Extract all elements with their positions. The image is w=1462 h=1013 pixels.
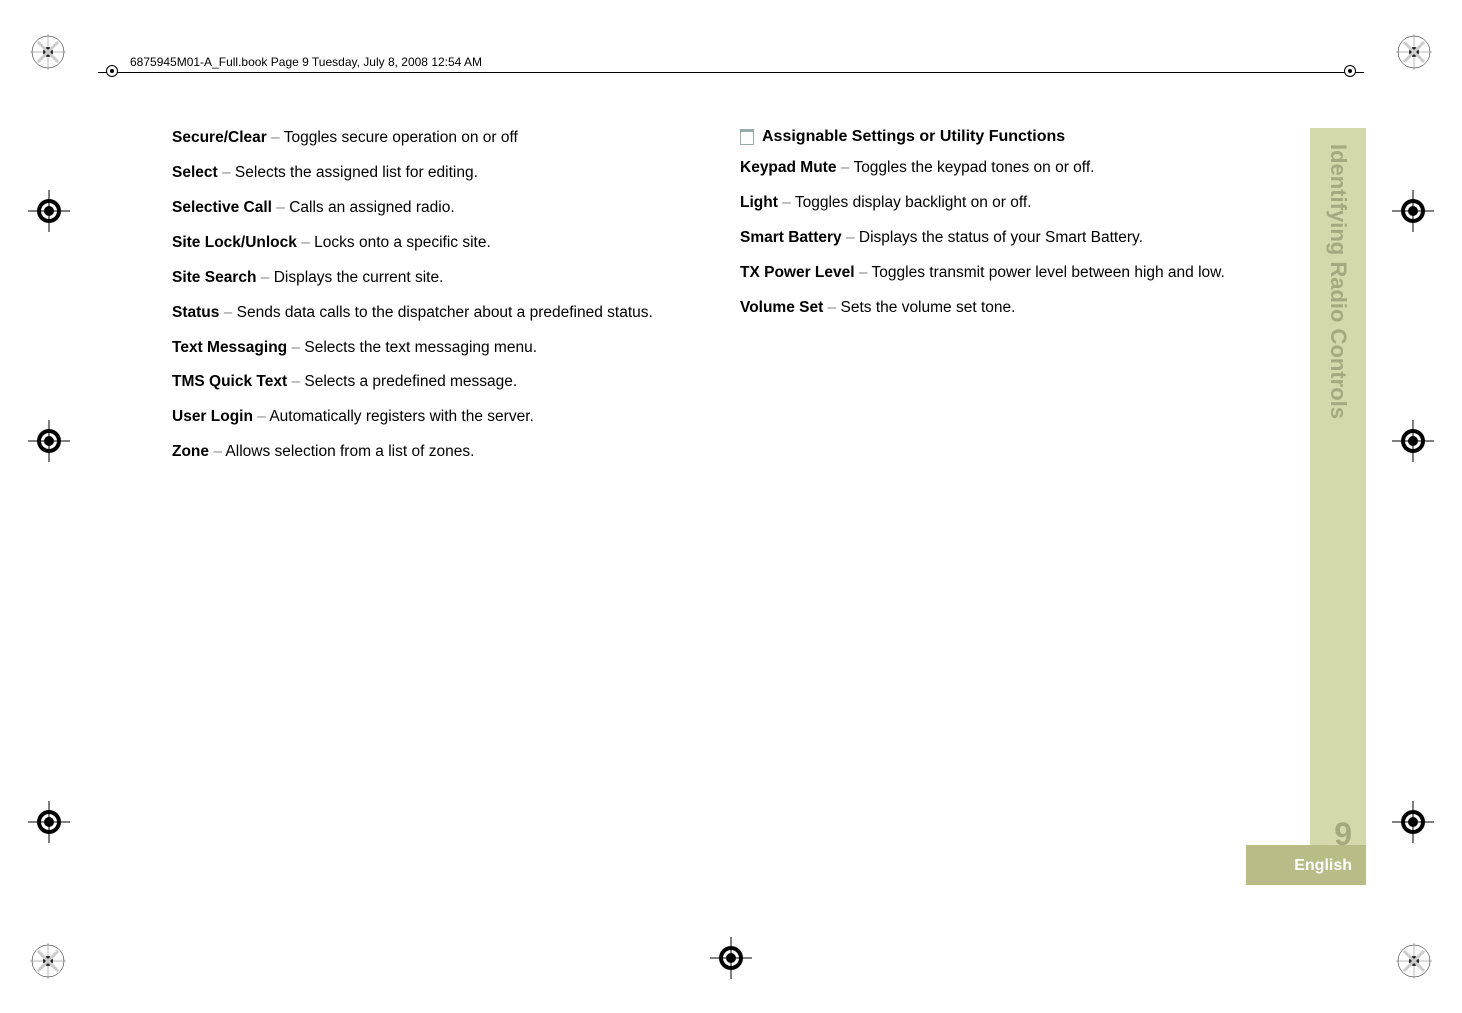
term-description: Toggles secure operation on or off <box>284 129 518 146</box>
side-tab-label: Identifying Radio Controls <box>1325 144 1351 419</box>
term-description: Sets the volume set tone. <box>841 299 1016 316</box>
crosshair-mark-icon <box>1392 420 1434 462</box>
term-description: Sends data calls to the dispatcher about… <box>237 304 653 321</box>
term-label: Light <box>740 194 778 211</box>
header-bullet-icon <box>106 65 118 77</box>
definition-entry: Status – Sends data calls to the dispatc… <box>172 303 684 324</box>
dash: – <box>291 373 300 390</box>
term-description: Toggles transmit power level between hig… <box>872 264 1225 281</box>
dash: – <box>261 269 270 286</box>
definition-entry: Smart Battery – Displays the status of y… <box>740 228 1252 249</box>
header-rule <box>98 72 1364 73</box>
definition-entry: Selective Call – Calls an assigned radio… <box>172 198 684 219</box>
dash: – <box>859 264 868 281</box>
dash: – <box>224 304 233 321</box>
header-bullet-icon <box>1344 65 1356 77</box>
crosshair-mark-icon <box>1392 190 1434 232</box>
crosshair-mark-icon <box>710 937 752 979</box>
dash: – <box>782 194 791 211</box>
definition-entry: Text Messaging – Selects the text messag… <box>172 338 684 359</box>
term-description: Locks onto a specific site. <box>314 234 491 251</box>
definition-entry: User Login – Automatically registers wit… <box>172 407 684 428</box>
crosshair-mark-icon <box>28 190 70 232</box>
dash: – <box>291 339 300 356</box>
section-heading: Assignable Settings or Utility Functions <box>740 128 1252 146</box>
term-description: Allows selection from a list of zones. <box>225 443 474 460</box>
term-label: Selective Call <box>172 199 272 216</box>
page-number: 9 <box>1334 816 1352 853</box>
term-description: Displays the current site. <box>274 269 444 286</box>
dash: – <box>841 159 850 176</box>
term-label: Select <box>172 164 218 181</box>
definition-entry: TX Power Level – Toggles transmit power … <box>740 263 1252 284</box>
crosshair-mark-icon <box>28 420 70 462</box>
term-description: Selects a predefined message. <box>304 373 517 390</box>
term-label: Volume Set <box>740 299 823 316</box>
registration-mark-icon <box>1396 943 1432 979</box>
term-description: Toggles the keypad tones on or off. <box>853 159 1094 176</box>
term-label: Smart Battery <box>740 229 842 246</box>
definition-entry: Site Lock/Unlock – Locks onto a specific… <box>172 233 684 254</box>
term-label: Secure/Clear <box>172 129 267 146</box>
print-header-text: 6875945M01-A_Full.book Page 9 Tuesday, J… <box>130 55 482 69</box>
definition-entry: Volume Set – Sets the volume set tone. <box>740 298 1252 319</box>
book-icon <box>740 129 754 145</box>
term-label: Status <box>172 304 219 321</box>
term-label: TX Power Level <box>740 264 855 281</box>
dash: – <box>271 129 280 146</box>
term-label: TMS Quick Text <box>172 373 287 390</box>
term-label: Zone <box>172 443 209 460</box>
crosshair-mark-icon <box>1392 801 1434 843</box>
dash: – <box>828 299 837 316</box>
definition-entry: Secure/Clear – Toggles secure operation … <box>172 128 684 149</box>
dash: – <box>213 443 222 460</box>
term-description: Toggles display backlight on or off. <box>795 194 1032 211</box>
dash: – <box>846 229 855 246</box>
left-column: Secure/Clear – Toggles secure operation … <box>172 128 684 477</box>
page-content: Secure/Clear – Toggles secure operation … <box>172 128 1252 477</box>
language-label: English <box>1294 857 1352 875</box>
term-label: Site Lock/Unlock <box>172 234 297 251</box>
dash: – <box>301 234 310 251</box>
registration-mark-icon <box>1396 34 1432 70</box>
term-description: Selects the assigned list for editing. <box>235 164 478 181</box>
term-description: Selects the text messaging menu. <box>304 339 537 356</box>
right-column: Assignable Settings or Utility Functions… <box>740 128 1252 477</box>
definition-entry: Zone – Allows selection from a list of z… <box>172 442 684 463</box>
definition-entry: Site Search – Displays the current site. <box>172 268 684 289</box>
dash: – <box>222 164 231 181</box>
dash: – <box>276 199 285 216</box>
term-label: Text Messaging <box>172 339 287 356</box>
definition-entry: Select – Selects the assigned list for e… <box>172 163 684 184</box>
side-tab: Identifying Radio Controls <box>1310 128 1366 883</box>
term-label: User Login <box>172 408 253 425</box>
definition-entry: TMS Quick Text – Selects a predefined me… <box>172 372 684 393</box>
registration-mark-icon <box>30 943 66 979</box>
term-label: Site Search <box>172 269 256 286</box>
term-description: Calls an assigned radio. <box>289 199 454 216</box>
term-description: Automatically registers with the server. <box>269 408 533 425</box>
definition-entry: Light – Toggles display backlight on or … <box>740 193 1252 214</box>
registration-mark-icon <box>30 34 66 70</box>
definition-entry: Keypad Mute – Toggles the keypad tones o… <box>740 158 1252 179</box>
section-title: Assignable Settings or Utility Functions <box>762 128 1065 146</box>
term-description: Displays the status of your Smart Batter… <box>859 229 1143 246</box>
dash: – <box>257 408 266 425</box>
crosshair-mark-icon <box>28 801 70 843</box>
term-label: Keypad Mute <box>740 159 836 176</box>
